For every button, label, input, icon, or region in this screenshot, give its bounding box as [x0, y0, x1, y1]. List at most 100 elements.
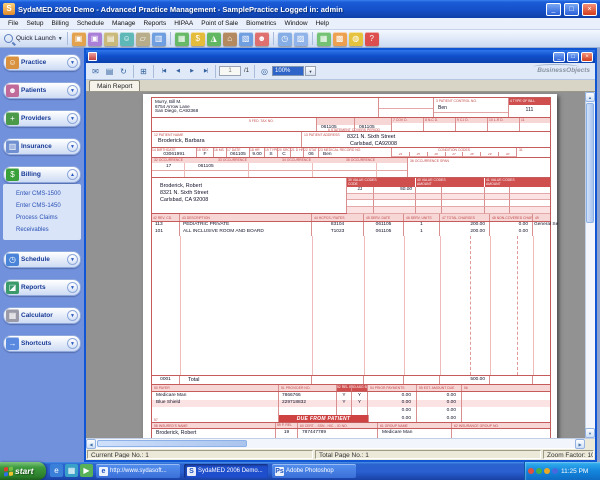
next-page-button[interactable]: ▶: [185, 65, 198, 78]
sidebar-item-insurance[interactable]: ▥Insurance▼: [3, 138, 81, 155]
folder-practice-icon[interactable]: ▣: [72, 32, 86, 46]
ie-icon[interactable]: e: [50, 464, 63, 477]
scroll-right-icon[interactable]: ▶: [575, 439, 585, 449]
vertical-scrollbar[interactable]: ▲ ▼: [585, 92, 595, 438]
menu-billing[interactable]: Billing: [47, 19, 72, 28]
id-card-icon[interactable]: ▤: [104, 32, 118, 46]
taskbar-item-browser[interactable]: e http://www.sydasoft...: [96, 464, 180, 478]
horizontal-scrollbar[interactable]: ◀ ▶: [86, 438, 595, 448]
reports-icon: ◪: [6, 281, 19, 294]
quick-launch-button[interactable]: Quick Launch: [16, 35, 56, 42]
sidebar-item-enter-cms-1500[interactable]: Enter CMS-1500: [16, 188, 81, 200]
chevron-up-icon[interactable]: ▲: [67, 169, 78, 180]
menu-schedule[interactable]: Schedule: [73, 19, 108, 28]
lock-icon[interactable]: ◍: [349, 32, 363, 46]
sidebar-item-patients[interactable]: ☻Patients▼: [3, 82, 81, 99]
sidebar-item-process-claims[interactable]: Process Claims: [16, 212, 81, 224]
first-page-button[interactable]: |◀: [157, 65, 170, 78]
sidebar-item-billing[interactable]: $Billing▲ Enter CMS-1500 Enter CMS-1450 …: [3, 166, 81, 240]
zoom-combobox[interactable]: 100%: [272, 66, 304, 76]
monitor-green-icon[interactable]: ▦: [175, 32, 189, 46]
chevron-down-icon[interactable]: ▼: [67, 141, 78, 152]
close-button[interactable]: ×: [582, 3, 597, 16]
menu-help[interactable]: Help: [312, 19, 333, 28]
menu-setup[interactable]: Setup: [22, 19, 47, 28]
toolbar-separator: [312, 32, 313, 45]
print-button[interactable]: ▤: [103, 65, 116, 78]
search-icon: [4, 34, 13, 43]
tray-icon[interactable]: [528, 468, 534, 474]
last-page-button[interactable]: ▶|: [199, 65, 212, 78]
menu-file[interactable]: File: [4, 19, 22, 28]
taskbar-item-sydamed[interactable]: S SydaMED 2006 Demo...: [184, 464, 268, 478]
sidebar-item-shortcuts[interactable]: →Shortcuts▼: [3, 335, 81, 352]
vertical-scroll-thumb[interactable]: [586, 103, 594, 223]
page-total-label: /1: [244, 68, 249, 74]
sidebar-item-enter-cms-1450[interactable]: Enter CMS-1450: [16, 200, 81, 212]
billing-icon: $: [6, 168, 19, 181]
person-red-icon[interactable]: ☻: [255, 32, 269, 46]
billing-coin-icon[interactable]: $: [191, 32, 205, 46]
menu-manage[interactable]: Manage: [108, 19, 140, 28]
menu-biometrics[interactable]: Biometrics: [242, 19, 280, 28]
menu-reports[interactable]: Reports: [139, 19, 170, 28]
folder-records-icon[interactable]: ▣: [88, 32, 102, 46]
scroll-up-icon[interactable]: ▲: [585, 92, 595, 102]
menu-hipaa[interactable]: HIPAA: [170, 19, 197, 28]
insured-row: Broderick, Robert 19 787447789 Medicare …: [152, 429, 550, 439]
tray-icon[interactable]: [536, 468, 542, 474]
chevron-down-icon[interactable]: ▼: [67, 254, 78, 265]
group-tree-toggle-button[interactable]: ⊞: [137, 65, 150, 78]
help-icon[interactable]: ?: [365, 32, 379, 46]
bar-chart-icon[interactable]: ▦: [317, 32, 331, 46]
cd-schedule-icon[interactable]: ◷: [278, 32, 292, 46]
sidebar-item-receivables[interactable]: Receivables: [16, 224, 81, 236]
chevron-down-icon[interactable]: ▼: [67, 282, 78, 293]
page-number-input[interactable]: 1: [219, 66, 241, 76]
maximize-button[interactable]: □: [564, 3, 579, 16]
task-list-icon[interactable]: ▨: [294, 32, 308, 46]
monitor-orange-icon[interactable]: ▩: [333, 32, 347, 46]
responsible-city: Carlsbad, CA 92008: [160, 197, 346, 204]
minimize-button[interactable]: _: [546, 3, 561, 16]
refresh-button[interactable]: ↻: [117, 65, 130, 78]
desktop-icon[interactable]: ▦: [65, 464, 78, 477]
menu-window[interactable]: Window: [280, 19, 311, 28]
sidebar-item-reports[interactable]: ◪Reports▼: [3, 279, 81, 296]
chart-green-icon[interactable]: ◮: [207, 32, 221, 46]
previous-page-button[interactable]: ◀: [171, 65, 184, 78]
sidebar-item-calculator[interactable]: ▦Calculator▼: [3, 307, 81, 324]
scroll-left-icon[interactable]: ◀: [86, 439, 96, 449]
sidebar-item-providers[interactable]: +Providers▼: [3, 110, 81, 127]
scroll-down-icon[interactable]: ▼: [585, 428, 595, 438]
menu-point-of-sale[interactable]: Point of Sale: [197, 19, 242, 28]
export-button[interactable]: ✉: [89, 65, 102, 78]
building-icon[interactable]: ⌂: [223, 32, 237, 46]
maximize-button[interactable]: □: [567, 52, 579, 62]
monitor-search-icon[interactable]: ▧: [239, 32, 253, 46]
search-binoculars-icon[interactable]: ◎: [258, 65, 271, 78]
workstation-icon[interactable]: ▥: [152, 32, 166, 46]
period-through: 061105: [359, 126, 375, 131]
minimize-button[interactable]: _: [553, 52, 565, 62]
sidebar-item-schedule[interactable]: ◷Schedule▼: [3, 251, 81, 268]
chevron-down-icon[interactable]: ▼: [67, 310, 78, 321]
find-patient-icon[interactable]: ☺: [120, 32, 134, 46]
chevron-down-icon[interactable]: ▼: [67, 57, 78, 68]
chevron-down-icon[interactable]: ▼: [67, 338, 78, 349]
media-icon[interactable]: ▶: [80, 464, 93, 477]
report-tab-strip: Main Report: [86, 80, 595, 92]
zoom-dropdown-icon[interactable]: ▼: [305, 66, 316, 76]
tray-icon[interactable]: [544, 468, 550, 474]
tab-main-report[interactable]: Main Report: [89, 80, 140, 91]
start-button[interactable]: start: [0, 462, 46, 480]
tray-icon[interactable]: [552, 468, 558, 474]
chevron-down-icon[interactable]: ▼: [67, 85, 78, 96]
chevron-down-icon[interactable]: ▼: [67, 113, 78, 124]
close-button[interactable]: ×: [581, 52, 593, 62]
sidebar-item-practice[interactable]: ☺Practice▼: [3, 54, 81, 71]
taskbar-item-photoshop[interactable]: Ps Adobe Photoshop: [272, 464, 356, 478]
document-icon[interactable]: ▱: [136, 32, 150, 46]
horizontal-scroll-thumb[interactable]: [97, 440, 247, 447]
quick-launch-dropdown-icon[interactable]: ▼: [58, 36, 63, 42]
